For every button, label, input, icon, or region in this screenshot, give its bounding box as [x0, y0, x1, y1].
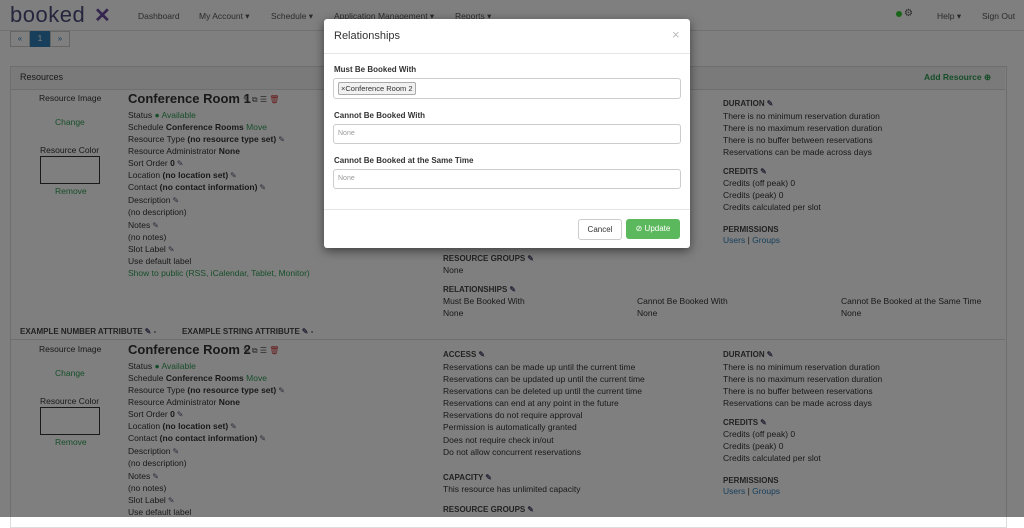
modal-footer-divider	[324, 209, 690, 210]
cannot-booked-label: Cannot Be Booked With	[334, 111, 426, 120]
must-booked-label: Must Be Booked With	[334, 65, 417, 74]
update-button[interactable]: ⊘ Update	[626, 219, 680, 239]
close-icon[interactable]: ×	[672, 27, 680, 42]
same-time-label: Cannot Be Booked at the Same Time	[334, 156, 474, 165]
cancel-button[interactable]: Cancel	[578, 219, 622, 240]
modal-title: Relationships	[334, 30, 401, 42]
same-time-placeholder: None	[338, 175, 355, 182]
relationships-modal: Relationships × Must Be Booked With ×Con…	[324, 19, 690, 248]
selected-tag[interactable]: ×Conference Room 2	[338, 82, 416, 95]
must-booked-input[interactable]: ×Conference Room 2	[333, 78, 681, 99]
cannot-booked-input[interactable]: None	[333, 124, 681, 144]
same-time-input[interactable]: None	[333, 169, 681, 189]
modal-header-divider	[324, 53, 690, 54]
cannot-booked-placeholder: None	[338, 130, 355, 137]
